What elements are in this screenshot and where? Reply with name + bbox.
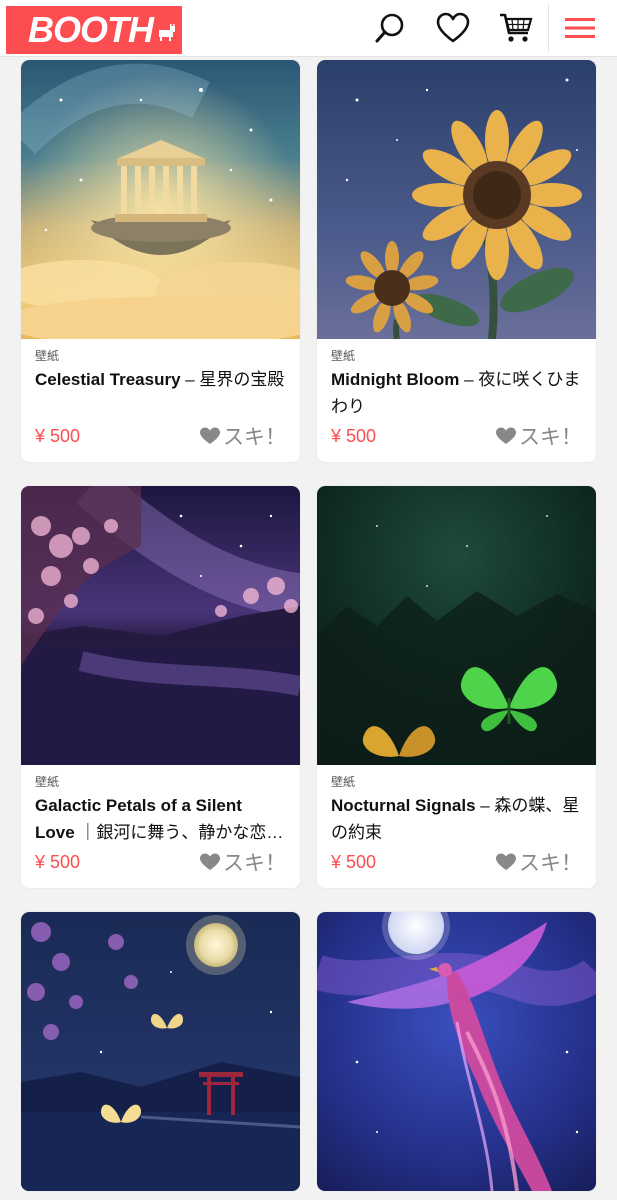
product-title-en: Galactic Petals of a Silent Love — [35, 796, 242, 842]
header-divider — [548, 4, 549, 52]
product-title[interactable]: Galactic Petals of a Silent Love ｜銀河に舞う、… — [35, 792, 286, 846]
product-title-en: Celestial Treasury — [35, 370, 181, 389]
product-card[interactable]: 壁紙 Celestial Treasury – 星界の宝殿 ¥ 500 スキ！ — [21, 60, 300, 462]
purple-wisteria-lake-image[interactable] — [21, 486, 300, 765]
like-label: スキ！ — [223, 852, 286, 875]
moon-torii-butterflies-image[interactable] — [21, 912, 300, 1191]
product-card[interactable] — [317, 912, 596, 1191]
heart-filled-icon — [496, 427, 516, 444]
like-button[interactable]: スキ！ — [496, 847, 582, 877]
menu-icon[interactable] — [560, 8, 600, 48]
booth-mascot-icon — [159, 24, 175, 41]
category-label: 壁紙 — [35, 775, 60, 789]
cart-icon[interactable] — [496, 8, 536, 48]
product-card[interactable] — [21, 912, 300, 1191]
like-button[interactable]: スキ！ — [496, 421, 582, 451]
category-label: 壁紙 — [331, 349, 356, 363]
product-title-en: Midnight Bloom — [331, 370, 460, 389]
like-button[interactable]: スキ！ — [200, 421, 286, 451]
heart-icon[interactable] — [433, 8, 473, 48]
category-label: 壁紙 — [35, 349, 60, 363]
product-title[interactable]: Nocturnal Signals – 森の蝶、星の約束 — [331, 792, 582, 846]
sunflower-night-image[interactable] — [317, 60, 596, 339]
product-price: ¥ 500 — [35, 425, 81, 446]
product-card[interactable]: 壁紙 Nocturnal Signals – 森の蝶、星の約束 ¥ 500 スキ… — [317, 486, 596, 888]
floating-temple-image[interactable] — [21, 60, 300, 339]
product-title-en: Nocturnal Signals — [331, 796, 476, 815]
product-title[interactable]: Midnight Bloom – 夜に咲くひまわり — [331, 366, 582, 420]
like-button[interactable]: スキ！ — [200, 847, 286, 877]
search-icon[interactable] — [370, 8, 410, 48]
category-label: 壁紙 — [331, 775, 356, 789]
heart-filled-icon — [200, 427, 220, 444]
product-price: ¥ 500 — [331, 851, 377, 872]
booth-logo[interactable]: BOOTH — [6, 6, 182, 54]
product-price: ¥ 500 — [35, 851, 81, 872]
logo-text: BOOTH — [28, 9, 154, 50]
product-card[interactable]: 壁紙 Galactic Petals of a Silent Love ｜銀河に… — [21, 486, 300, 888]
glowing-butterflies-forest-image[interactable] — [317, 486, 596, 765]
site-header: BOOTH — [0, 0, 617, 57]
like-label: スキ！ — [519, 426, 582, 449]
like-label: スキ！ — [223, 426, 286, 449]
product-title[interactable]: Celestial Treasury – 星界の宝殿 — [35, 366, 286, 420]
heart-filled-icon — [200, 853, 220, 870]
phoenix-moon-image[interactable] — [317, 912, 596, 1191]
like-label: スキ！ — [519, 852, 582, 875]
product-card[interactable]: 壁紙 Midnight Bloom – 夜に咲くひまわり ¥ 500 スキ！ — [317, 60, 596, 462]
product-price: ¥ 500 — [331, 425, 377, 446]
heart-filled-icon — [496, 853, 516, 870]
